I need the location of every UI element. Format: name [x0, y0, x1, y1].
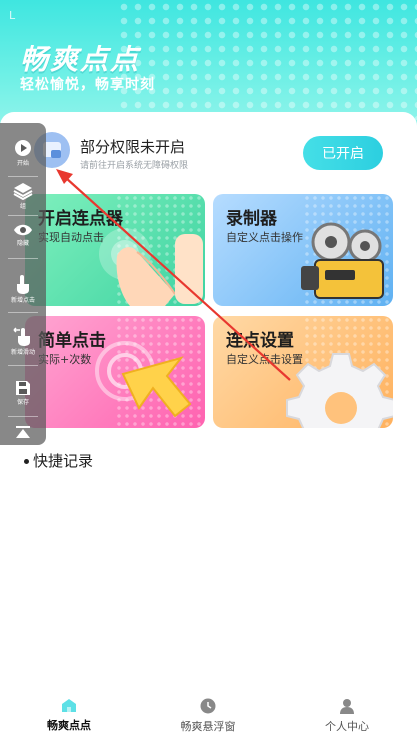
floating-toolbar[interactable]: 开始 组 隐藏 新增点击 新增滑动 保存 [0, 123, 46, 445]
permission-title: 部分权限未开启 [80, 138, 186, 156]
divider [8, 258, 38, 259]
permission-desc: 请前往开启系统无障碍权限 [80, 161, 189, 171]
divider [8, 416, 38, 417]
app-title: 畅爽点点 [20, 43, 141, 76]
eye-icon [14, 224, 32, 236]
swipe-add-icon [13, 327, 30, 346]
save-icon [16, 381, 30, 395]
home-icon [62, 699, 76, 712]
floatbar-label: 保存 [16, 399, 29, 406]
divider [8, 176, 38, 177]
nav-label: 个人中心 [325, 720, 369, 733]
divider [8, 365, 38, 366]
floatbar-add-swipe[interactable]: 新增滑动 [0, 326, 46, 356]
nav-label: 畅爽悬浮窗 [180, 720, 236, 733]
floatbar-label: 隐藏 [16, 240, 29, 247]
floatbar-collapse[interactable] [0, 425, 46, 439]
card-title: 连点设置 [226, 331, 294, 351]
card-click-settings[interactable]: 连点设置 自定义点击设置 [213, 316, 393, 428]
nav-profile[interactable]: 个人中心 [292, 698, 402, 734]
app-subtitle: 轻松愉悦，畅享时刻 [20, 77, 155, 93]
card-title: 录制器 [226, 209, 277, 229]
floatbar-save[interactable]: 保存 [0, 380, 46, 406]
card-start-clicker[interactable]: 开启连点器 实现自动点击 [25, 194, 205, 306]
floatbar-hide[interactable]: 隐藏 [0, 223, 46, 247]
clock-icon [200, 698, 216, 714]
card-simple-click[interactable]: 简单点击 实际+次数 [25, 316, 205, 428]
permission-enabled-button[interactable]: 已开启 [303, 136, 383, 170]
nav-label: 畅爽点点 [47, 719, 91, 732]
collapse-icon [16, 426, 30, 438]
floatbar-label: 组 [19, 203, 26, 210]
play-icon [15, 140, 31, 156]
nav-floating-window[interactable]: 畅爽悬浮窗 [153, 698, 263, 734]
bottom-nav: 畅爽点点 畅爽悬浮窗 个人中心 [0, 692, 417, 741]
tap-add-icon [17, 275, 29, 294]
layers-icon [13, 183, 33, 200]
card-title: 简单点击 [38, 331, 106, 351]
divider [8, 312, 38, 313]
floatbar-start[interactable]: 开始 [0, 139, 46, 167]
nav-home[interactable]: 畅爽点点 [14, 698, 124, 733]
floatbar-add-tap[interactable]: 新增点击 [0, 274, 46, 304]
card-recorder[interactable]: 录制器 自定义点击操作 [213, 194, 393, 306]
card-desc: 实现自动点击 [38, 231, 104, 244]
quick-records-heading: 快捷记录 [24, 450, 93, 471]
status-indicator: L [9, 9, 16, 22]
floatbar-label: 开始 [16, 160, 29, 167]
header-dot-pattern [117, 0, 417, 120]
floatbar-group[interactable]: 组 [0, 182, 46, 210]
divider [8, 215, 38, 216]
floatbar-label: 新增点击 [10, 297, 35, 304]
card-title: 开启连点器 [38, 209, 123, 229]
floatbar-label: 新增滑动 [10, 349, 35, 356]
card-desc: 自定义点击操作 [226, 231, 303, 244]
person-icon [340, 699, 354, 714]
card-desc: 自定义点击设置 [226, 353, 303, 366]
